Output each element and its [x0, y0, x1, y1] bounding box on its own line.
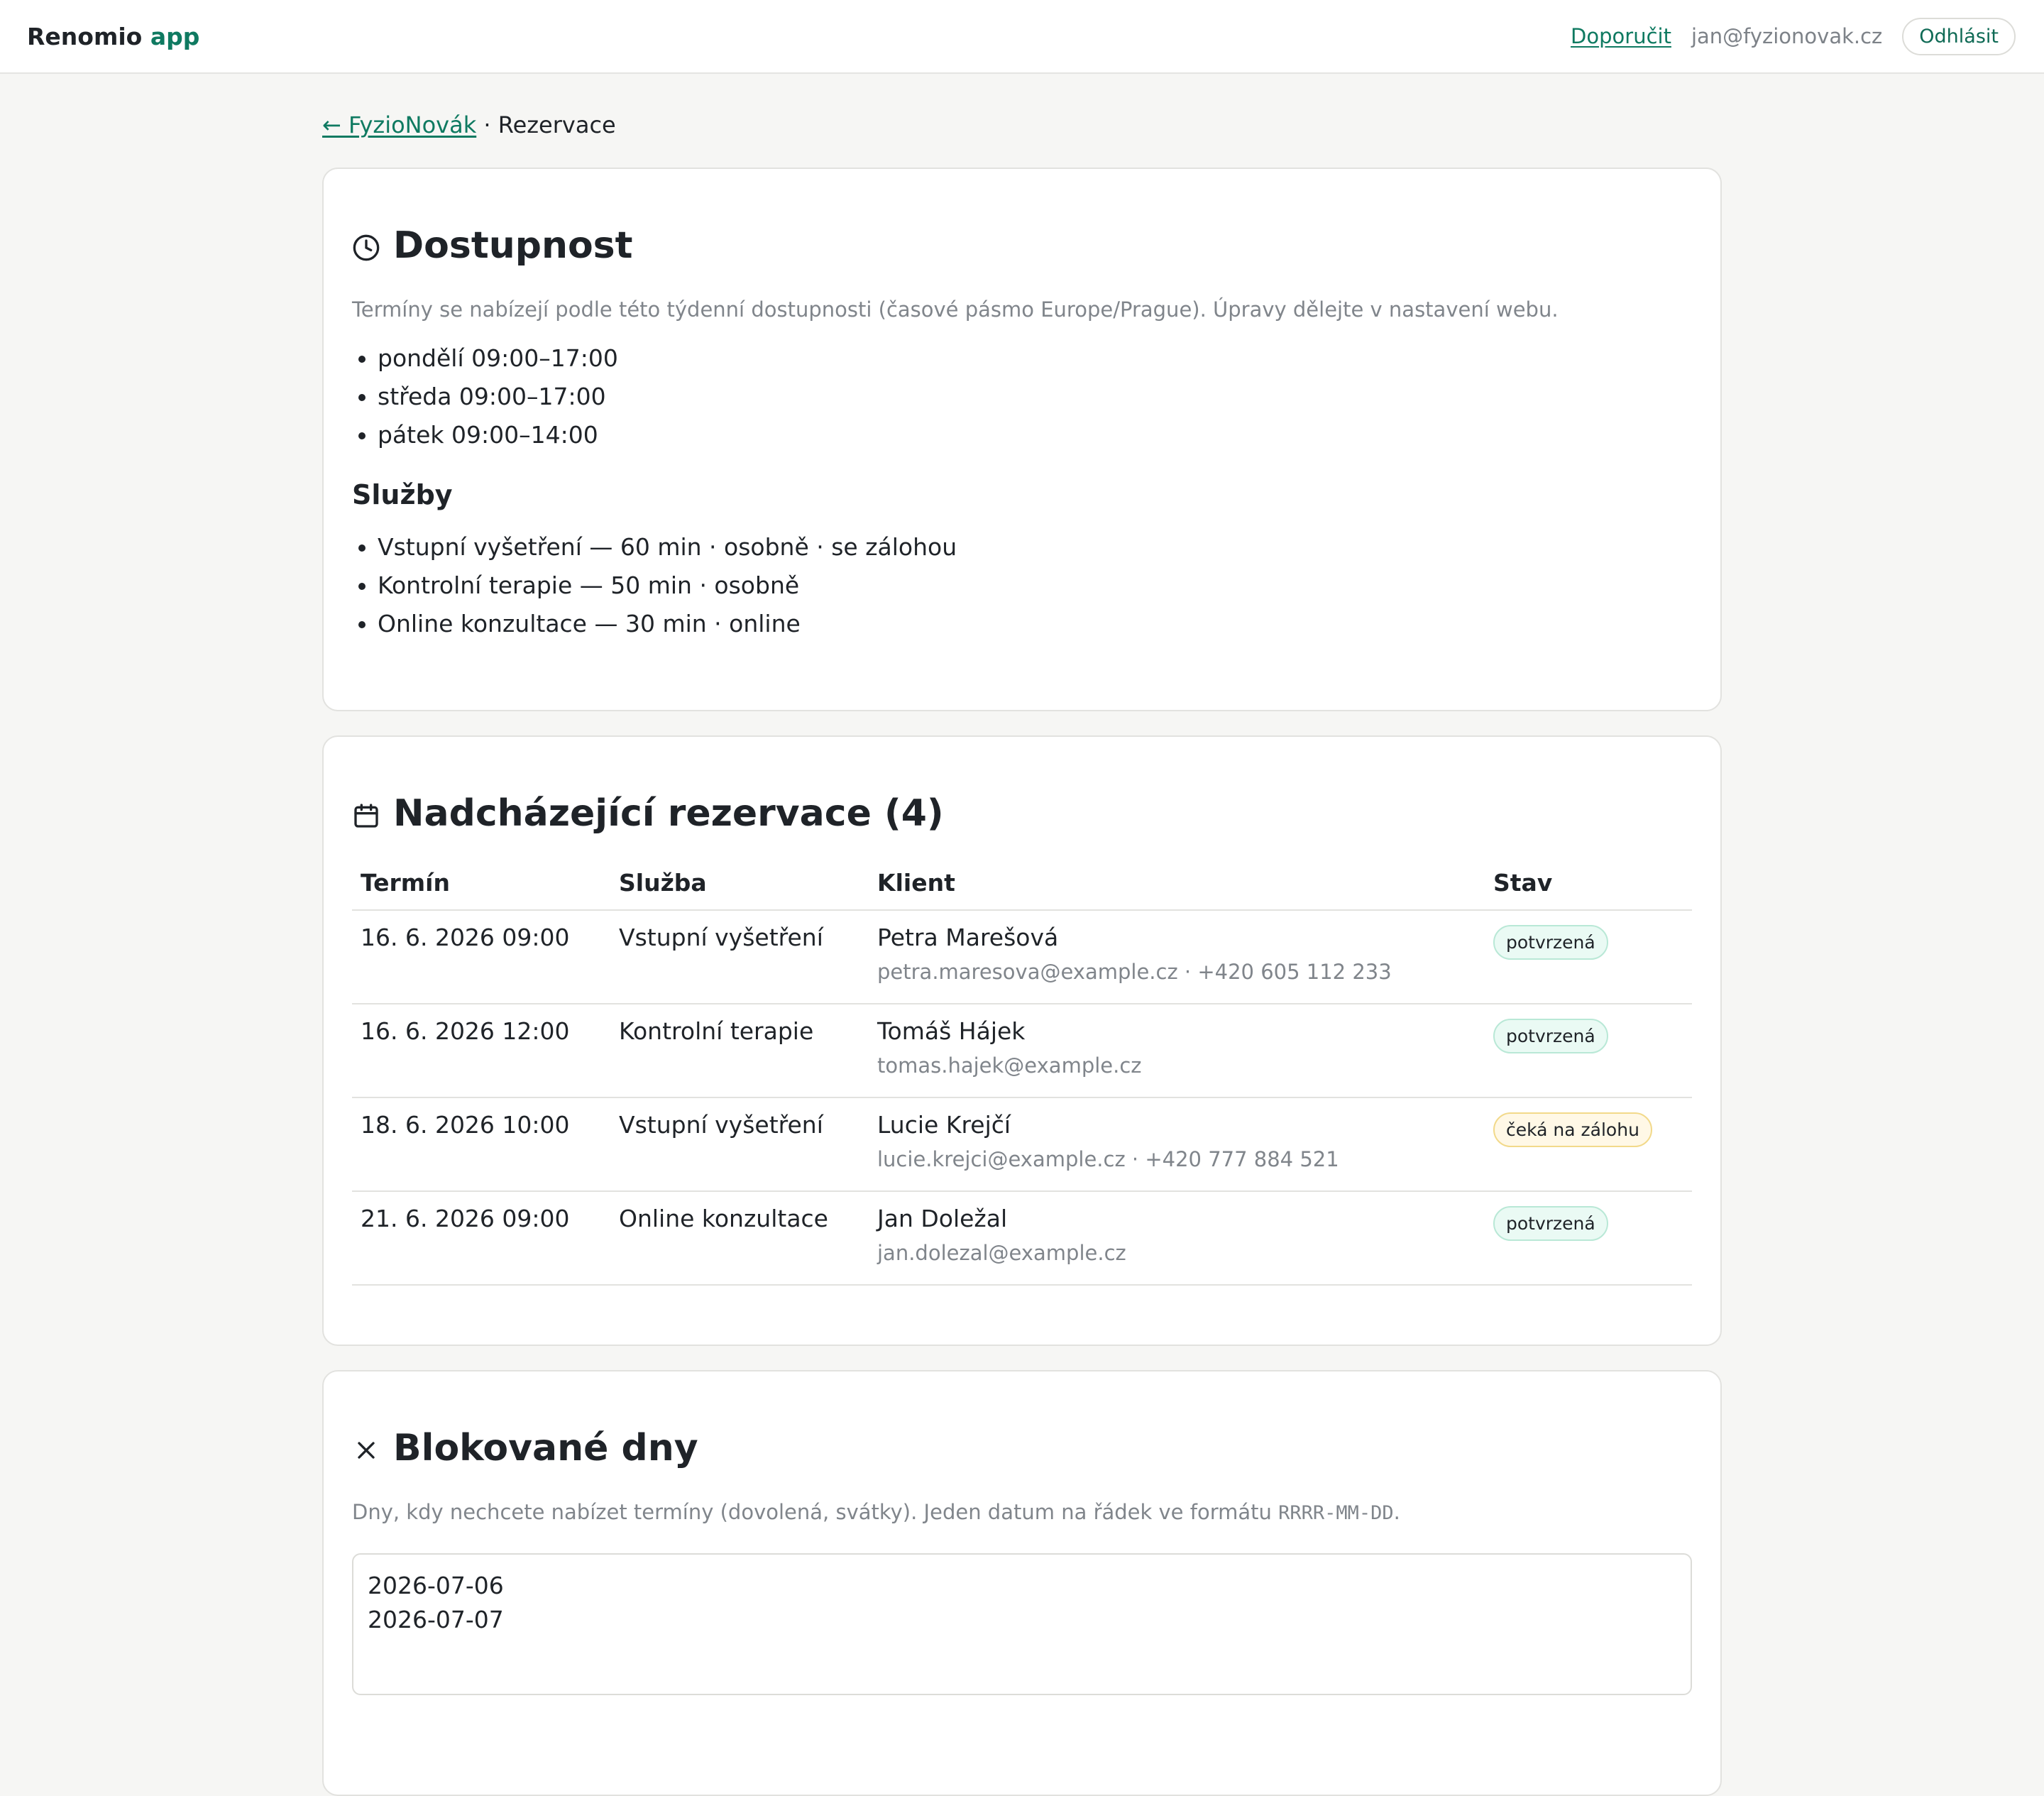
- reservation-status: potvrzená: [1485, 1191, 1692, 1286]
- client-contact: lucie.krejci@example.cz · +420 777 884 5…: [877, 1147, 1339, 1171]
- reservations-title: Nadcházející rezervace (4): [393, 792, 944, 835]
- table-row[interactable]: 16. 6. 2026 09:00 Vstupní vyšetření Petr…: [352, 910, 1692, 1004]
- hint-text: Dny, kdy nechcete nabízet termíny (dovol…: [352, 1500, 1279, 1524]
- table-header-row: Termín Služba Klient Stav: [352, 869, 1692, 911]
- reservation-status: potvrzená: [1485, 910, 1692, 1004]
- availability-card: Dostupnost Termíny se nabízejí podle tét…: [322, 168, 1722, 711]
- reservation-date: 21. 6. 2026 09:00: [352, 1191, 610, 1286]
- client-name: Petra Marešová: [877, 924, 1059, 951]
- reservation-status: čeká na zálohu: [1485, 1097, 1692, 1192]
- clock-icon: [353, 234, 380, 261]
- reservation-client: Jan Doležal jan.dolezal@example.cz: [869, 1191, 1485, 1286]
- reservation-client: Tomáš Hájek tomas.hajek@example.cz: [869, 1004, 1485, 1098]
- reservations-heading: Nadcházející rezervace (4): [352, 791, 1692, 836]
- list-item: Vstupní vyšetření — 60 min · osobně · se…: [378, 528, 1692, 566]
- list-item: pondělí 09:00–17:00: [378, 339, 1692, 378]
- status-badge: čeká na zálohu: [1493, 1112, 1652, 1147]
- services-list: Vstupní vyšetření — 60 min · osobně · se…: [352, 528, 1692, 643]
- reservation-date: 16. 6. 2026 09:00: [352, 910, 610, 1004]
- status-badge: potvrzená: [1493, 1206, 1608, 1241]
- blocked-days-textarea[interactable]: 2026-07-06 2026-07-07: [352, 1553, 1692, 1695]
- reservation-service: Vstupní vyšetření: [610, 1097, 869, 1192]
- availability-hint: Termíny se nabízejí podle této týdenní d…: [352, 297, 1559, 322]
- blocked-days-hint: Dny, kdy nechcete nabízet termíny (dovol…: [352, 1498, 1692, 1528]
- reservations-table: Termín Služba Klient Stav 16. 6. 2026 09…: [352, 869, 1692, 1286]
- calendar-icon: [354, 804, 378, 828]
- reservation-service: Online konzultace: [610, 1191, 869, 1286]
- brand-name: Renomio: [27, 22, 143, 50]
- client-name: Lucie Krejčí: [877, 1111, 1011, 1139]
- client-name: Jan Doležal: [877, 1205, 1008, 1232]
- status-badge: potvrzená: [1493, 1019, 1608, 1053]
- blocked-days-card: Blokované dny Dny, kdy nechcete nabízet …: [322, 1370, 1722, 1796]
- close-icon: [358, 1442, 375, 1459]
- reservations-card: Nadcházející rezervace (4) Termín Služba…: [322, 735, 1722, 1346]
- main-content: ← FyzioNovák · Rezervace Dostupnost Term…: [322, 74, 1722, 1796]
- breadcrumb-separator: ·: [483, 111, 491, 138]
- client-contact: jan.dolezal@example.cz: [877, 1241, 1126, 1265]
- availability-title: Dostupnost: [393, 224, 633, 267]
- reservation-status: potvrzená: [1485, 1004, 1692, 1098]
- reservation-service: Kontrolní terapie: [610, 1004, 869, 1098]
- breadcrumb: ← FyzioNovák · Rezervace: [322, 111, 1722, 139]
- client-contact: tomas.hajek@example.cz: [877, 1053, 1142, 1078]
- services-heading: Služby: [352, 479, 453, 510]
- hint-end: .: [1393, 1500, 1400, 1524]
- table-row[interactable]: 21. 6. 2026 09:00 Online konzultace Jan …: [352, 1191, 1692, 1286]
- blocked-days-heading: Blokované dny: [352, 1425, 1692, 1471]
- client-name: Tomáš Hájek: [877, 1017, 1026, 1045]
- list-item: středa 09:00–17:00: [378, 378, 1692, 416]
- reservation-service: Vstupní vyšetření: [610, 910, 869, 1004]
- availability-list: pondělí 09:00–17:00 středa 09:00–17:00 p…: [352, 339, 1692, 454]
- user-email: jan@fyzionovak.cz: [1691, 24, 1883, 48]
- table-row[interactable]: 16. 6. 2026 12:00 Kontrolní terapie Tomá…: [352, 1004, 1692, 1098]
- client-contact: petra.maresova@example.cz · +420 605 112…: [877, 960, 1392, 984]
- table-row[interactable]: 18. 6. 2026 10:00 Vstupní vyšetření Luci…: [352, 1097, 1692, 1192]
- reservation-client: Petra Marešová petra.maresova@example.cz…: [869, 910, 1485, 1004]
- blocked-days-title: Blokované dny: [393, 1427, 698, 1469]
- reservation-date: 18. 6. 2026 10:00: [352, 1097, 610, 1192]
- breadcrumb-back-link[interactable]: ← FyzioNovák: [322, 111, 476, 138]
- breadcrumb-current: Rezervace: [498, 111, 616, 138]
- top-bar: Renomio app Doporučit jan@fyzionovak.cz …: [0, 0, 2044, 74]
- recommend-link[interactable]: Doporučit: [1571, 24, 1671, 48]
- status-badge: potvrzená: [1493, 925, 1608, 960]
- reservation-date: 16. 6. 2026 12:00: [352, 1004, 610, 1098]
- availability-heading: Dostupnost: [352, 223, 1692, 268]
- column-header-client: Klient: [869, 869, 1485, 911]
- column-header-date: Termín: [352, 869, 610, 911]
- top-bar-actions: Doporučit jan@fyzionovak.cz Odhlásit: [1571, 17, 2016, 55]
- list-item: pátek 09:00–14:00: [378, 416, 1692, 454]
- brand-accent: app: [150, 22, 200, 50]
- column-header-status: Stav: [1485, 869, 1692, 911]
- column-header-service: Služba: [610, 869, 869, 911]
- list-item: Online konzultace — 30 min · online: [378, 605, 1692, 643]
- reservation-client: Lucie Krejčí lucie.krejci@example.cz · +…: [869, 1097, 1485, 1192]
- list-item: Kontrolní terapie — 50 min · osobně: [378, 566, 1692, 605]
- brand-logo[interactable]: Renomio app: [27, 23, 199, 50]
- date-format-code: RRRR-MM-DD: [1278, 1502, 1394, 1524]
- logout-button[interactable]: Odhlásit: [1902, 17, 2016, 55]
